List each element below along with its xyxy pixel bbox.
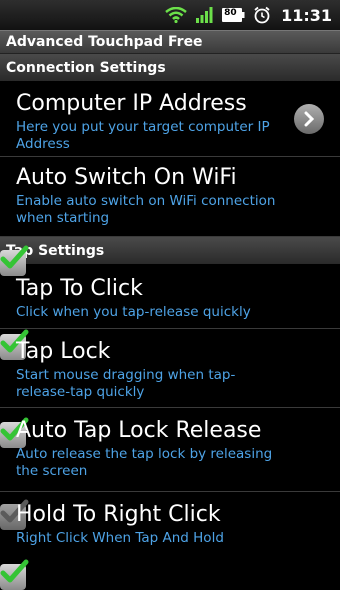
clock: 11:31 bbox=[281, 5, 332, 25]
pref-title: Auto Tap Lock Release bbox=[16, 418, 262, 443]
status-bar: 80 11:31 bbox=[0, 0, 340, 30]
checkbox-hold-to-right-click[interactable] bbox=[0, 559, 29, 590]
pref-tap-to-click[interactable]: Tap To Click Click when you tap-release … bbox=[0, 264, 340, 360]
section-header-tap: Tap Settings bbox=[0, 237, 340, 264]
pref-computer-ip[interactable]: Computer IP Address Here you put your ta… bbox=[0, 81, 340, 157]
alarm-icon bbox=[253, 6, 271, 24]
pref-summary: Auto release the tap lock by releasing t… bbox=[16, 446, 273, 479]
chevron-right-icon[interactable] bbox=[294, 103, 324, 134]
pref-summary: Right Click When Tap And Hold bbox=[16, 530, 224, 546]
pref-auto-tap-lock-release[interactable]: Auto Tap Lock Release Auto release the t… bbox=[0, 408, 340, 530]
pref-title: Tap Lock bbox=[16, 339, 111, 364]
battery-icon: 80 bbox=[221, 7, 245, 23]
pref-summary: Start mouse dragging when tap-release-ta… bbox=[16, 367, 236, 400]
title-bar: Advanced Touchpad Free bbox=[0, 30, 340, 54]
pref-auto-switch-wifi[interactable]: Auto Switch On WiFi Enable auto switch o… bbox=[0, 157, 340, 276]
pref-summary: Enable auto switch on WiFi connection wh… bbox=[16, 193, 276, 226]
battery-level: 80 bbox=[224, 8, 237, 18]
pref-summary: Click when you tap-release quickly bbox=[16, 304, 251, 320]
pref-hold-to-right-click[interactable]: Hold To Right Click Right Click When Tap… bbox=[0, 492, 340, 590]
wifi-icon bbox=[165, 7, 187, 23]
pref-title: Auto Switch On WiFi bbox=[16, 165, 237, 190]
pref-summary: Here you put your target computer IP Add… bbox=[16, 119, 270, 152]
check-icon bbox=[0, 559, 29, 583]
pref-title: Tap To Click bbox=[16, 276, 143, 301]
app-title: Advanced Touchpad Free bbox=[6, 34, 203, 50]
section-label: Connection Settings bbox=[6, 59, 166, 76]
signal-icon bbox=[195, 7, 213, 23]
pref-title: Computer IP Address bbox=[16, 91, 247, 116]
pref-title: Hold To Right Click bbox=[16, 502, 221, 527]
section-header-connection: Connection Settings bbox=[0, 54, 340, 81]
pref-tap-lock[interactable]: Tap Lock Start mouse dragging when tap-r… bbox=[0, 329, 340, 448]
